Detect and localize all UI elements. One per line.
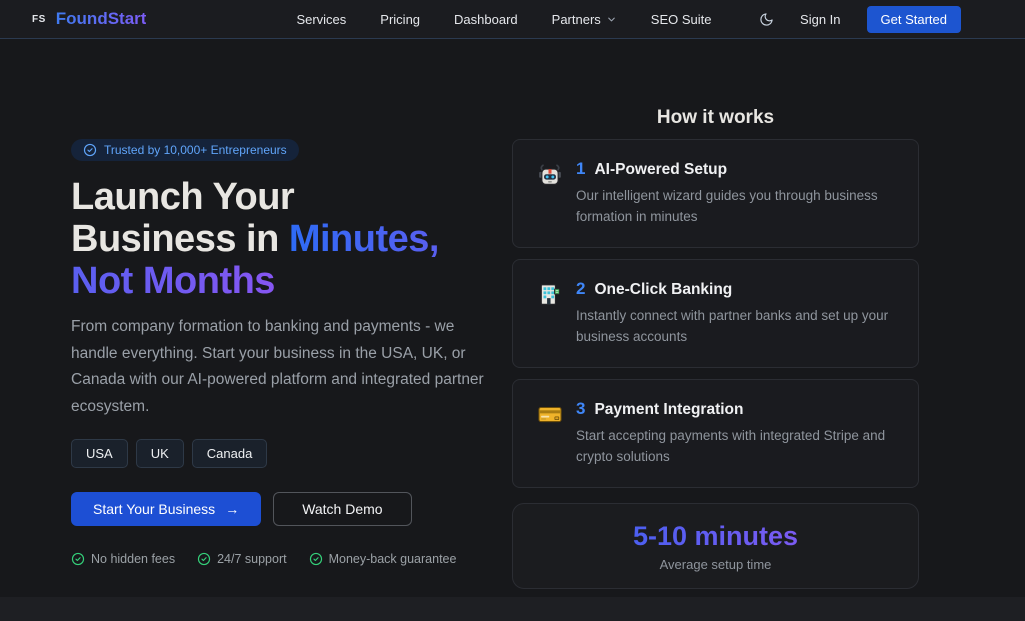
check-circle-icon [71, 552, 85, 566]
hero-heading: Launch Your Business in Minutes, Not Mon… [71, 176, 511, 302]
hero-section: Trusted by 10,000+ Entrepreneurs Launch … [0, 39, 1025, 589]
step-card-payments: 3 Payment Integration Start accepting pa… [512, 379, 919, 488]
hero-heading-accent-2: Not Months [71, 260, 275, 302]
country-pill-uk[interactable]: UK [136, 439, 184, 468]
nav-link-seo-suite[interactable]: SEO Suite [651, 12, 712, 27]
watch-demo-button[interactable]: Watch Demo [273, 492, 411, 526]
hero-left-column: Trusted by 10,000+ Entrepreneurs Launch … [71, 107, 511, 589]
country-pill-usa[interactable]: USA [71, 439, 128, 468]
sign-in-button[interactable]: Sign In [800, 12, 840, 27]
step-content: 1 AI-Powered Setup Our intelligent wizar… [576, 159, 894, 228]
nav-right-group: Sign In Get Started [759, 6, 961, 33]
setup-time-value: 5-10 minutes [633, 521, 798, 552]
hero-heading-accent-1: Minutes, [289, 218, 439, 260]
feature-guarantee: Money-back guarantee [309, 552, 457, 566]
nav-link-dashboard[interactable]: Dashboard [454, 12, 518, 27]
setup-time-label: Average setup time [523, 557, 908, 572]
theme-toggle-button[interactable] [759, 12, 774, 27]
trust-badge: Trusted by 10,000+ Entrepreneurs [71, 139, 299, 161]
cta-row: Start Your Business → Watch Demo [71, 492, 511, 526]
step-content: 3 Payment Integration Start accepting pa… [576, 399, 894, 468]
country-pill-canada[interactable]: Canada [192, 439, 268, 468]
step-title: AI-Powered Setup [594, 161, 727, 179]
feature-support: 24/7 support [197, 552, 287, 566]
credit-card-icon [537, 401, 563, 468]
start-business-button[interactable]: Start Your Business → [71, 492, 261, 526]
step-title: Payment Integration [594, 401, 743, 419]
step-number: 2 [576, 279, 585, 299]
step-number: 1 [576, 159, 585, 179]
check-circle-icon [309, 552, 323, 566]
nav-link-partners[interactable]: Partners [552, 12, 617, 27]
how-it-works-title: How it works [512, 107, 919, 129]
get-started-button[interactable]: Get Started [867, 6, 961, 33]
brand-logo-mark: FS [32, 14, 46, 25]
arrow-right-icon: → [225, 501, 239, 517]
bank-icon [537, 281, 563, 348]
country-pills: USA UK Canada [71, 439, 511, 468]
step-description: Our intelligent wizard guides you throug… [576, 186, 894, 228]
step-content: 2 One-Click Banking Instantly connect wi… [576, 279, 894, 348]
brand-logo[interactable]: FS FoundStart [32, 9, 146, 29]
hero-description: From company formation to banking and pa… [71, 314, 489, 421]
feature-no-hidden-fees: No hidden fees [71, 552, 175, 566]
nav-links: Services Pricing Dashboard Partners SEO … [296, 12, 759, 27]
step-card-banking: 2 One-Click Banking Instantly connect wi… [512, 259, 919, 368]
next-section-edge [0, 597, 1025, 621]
nav-link-services[interactable]: Services [296, 12, 346, 27]
feature-row: No hidden fees 24/7 support Money-back g… [71, 552, 511, 566]
step-description: Instantly connect with partner banks and… [576, 306, 894, 348]
step-description: Start accepting payments with integrated… [576, 426, 894, 468]
step-title: One-Click Banking [594, 281, 732, 299]
trust-badge-label: Trusted by 10,000+ Entrepreneurs [104, 143, 287, 157]
setup-time-card: 5-10 minutes Average setup time [512, 503, 919, 589]
chevron-down-icon [606, 14, 617, 25]
check-circle-icon [83, 143, 97, 157]
step-number: 3 [576, 399, 585, 419]
step-card-ai-setup: 1 AI-Powered Setup Our intelligent wizar… [512, 139, 919, 248]
nav-link-pricing[interactable]: Pricing [380, 12, 420, 27]
top-navbar: FS FoundStart Services Pricing Dashboard… [0, 0, 1025, 39]
check-circle-icon [197, 552, 211, 566]
brand-name: FoundStart [56, 9, 147, 29]
how-it-works-column: How it works 1 [512, 107, 919, 589]
robot-icon [537, 161, 563, 228]
moon-icon [759, 12, 774, 27]
